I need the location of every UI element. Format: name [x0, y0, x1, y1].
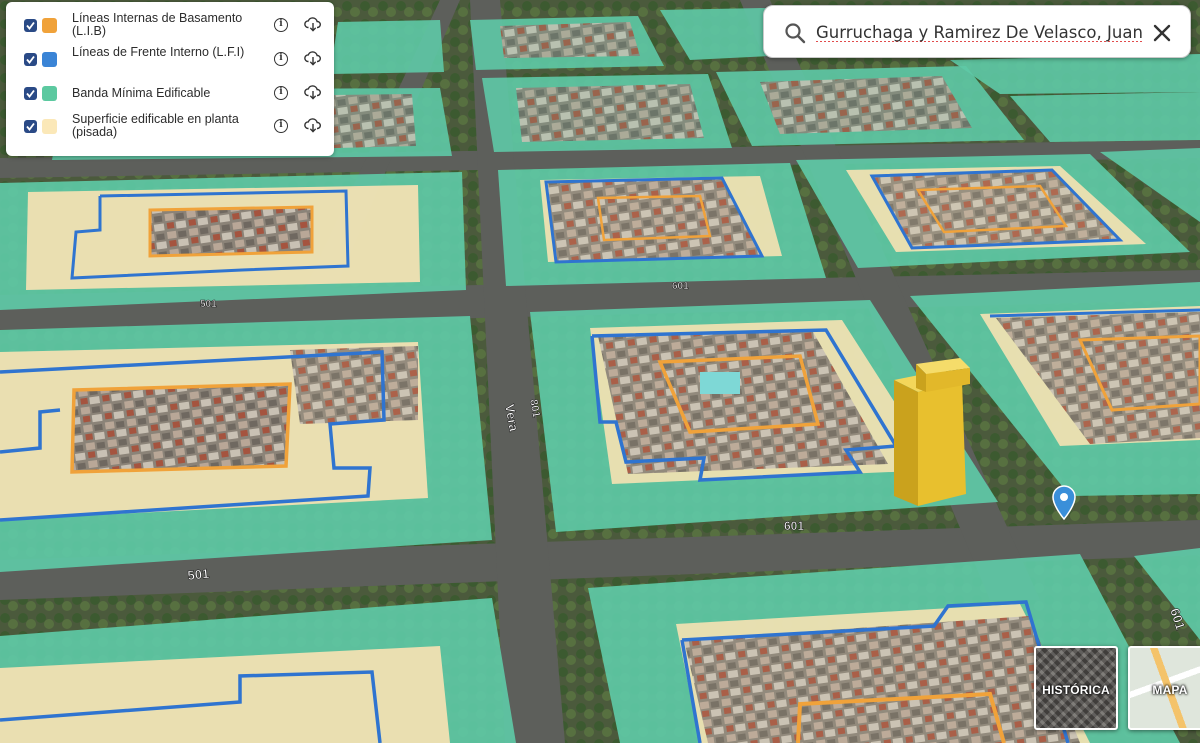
basemap-historica-button[interactable]: HISTÓRICA [1034, 646, 1118, 730]
search-input[interactable] [816, 18, 1142, 46]
checkbox[interactable] [24, 53, 37, 66]
basemap-label: HISTÓRICA [1042, 683, 1110, 697]
basemap-mapa-button[interactable]: MAPA [1128, 646, 1200, 730]
block-middle-left[interactable] [0, 316, 492, 572]
building-3d[interactable] [894, 358, 970, 506]
checkbox[interactable] [24, 19, 37, 32]
legend-item-lfi[interactable]: Líneas de Frente Interno (L.F.I) i [6, 45, 334, 75]
legend-item-lib[interactable]: Líneas Internas de Basamento (L.I.B) i [6, 11, 334, 41]
close-icon[interactable] [1150, 21, 1174, 45]
cloud-download-icon[interactable] [304, 50, 322, 66]
checkbox[interactable] [24, 120, 37, 133]
cloud-download-icon[interactable] [304, 16, 322, 32]
legend-item-superficie[interactable]: Superficie edificable en planta (pisada)… [6, 112, 334, 142]
info-icon[interactable]: i [274, 119, 288, 133]
cloud-download-icon[interactable] [304, 117, 322, 133]
search-icon [785, 23, 806, 44]
street-label: 501 [187, 566, 210, 583]
legend-label: Líneas de Frente Interno (L.F.I) [72, 45, 245, 59]
cloud-download-icon[interactable] [304, 84, 322, 100]
basemap-label: MAPA [1152, 683, 1188, 697]
info-icon[interactable]: i [274, 52, 288, 66]
layer-legend: Líneas Internas de Basamento (L.I.B) i L… [6, 2, 334, 156]
color-swatch [42, 18, 57, 33]
checkbox[interactable] [24, 87, 37, 100]
legend-label: Banda Mínima Edificable [72, 86, 211, 100]
street-label: 601 [784, 519, 804, 533]
legend-label: Superficie edificable en planta (pisada) [72, 112, 239, 139]
color-swatch [42, 86, 57, 101]
info-icon[interactable]: i [274, 86, 288, 100]
info-icon[interactable]: i [274, 18, 288, 32]
address-search[interactable] [763, 5, 1191, 58]
color-swatch [42, 119, 57, 134]
block-upper-center[interactable] [498, 163, 826, 286]
legend-label: Líneas Internas de Basamento (L.I.B) [72, 11, 243, 38]
block-upper-left[interactable] [0, 172, 466, 310]
street-label: 501 [200, 299, 217, 310]
legend-item-banda[interactable]: Banda Mínima Edificable i [6, 79, 334, 109]
color-swatch [42, 52, 57, 67]
street-label: 601 [672, 281, 689, 292]
